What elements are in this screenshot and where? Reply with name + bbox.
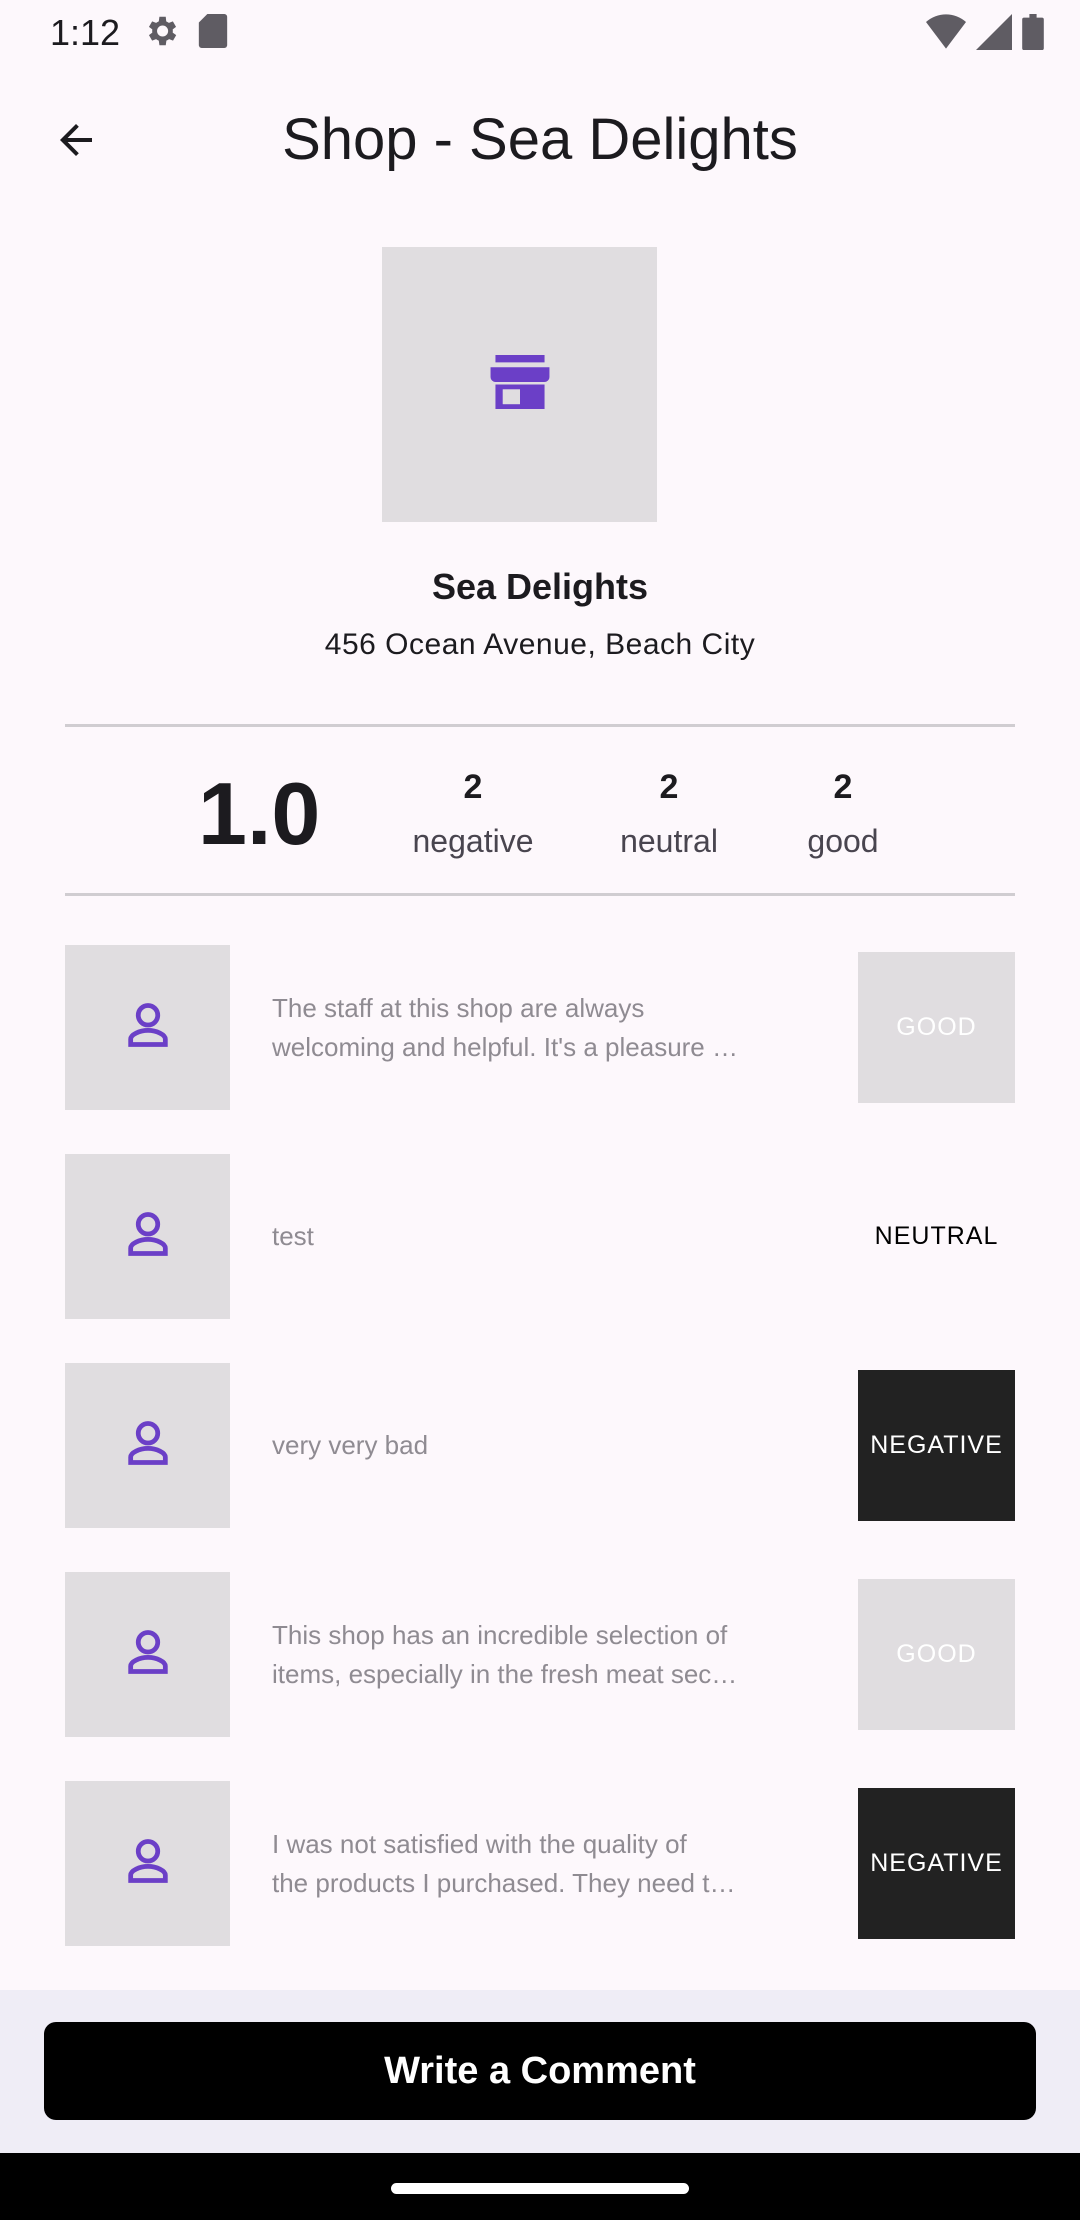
avatar: [65, 1363, 230, 1528]
review-item[interactable]: I was not satisfied with the quality of …: [65, 1781, 1015, 1946]
review-item[interactable]: The staff at this shop are always welcom…: [65, 945, 1015, 1110]
page-title: Shop - Sea Delights: [282, 107, 798, 172]
wifi-icon: [926, 14, 966, 55]
status-bar: 1:12: [0, 0, 1080, 66]
neutral-stat: 2 neutral: [614, 768, 724, 860]
system-nav-bar: [0, 2153, 1080, 2220]
write-comment-button[interactable]: Write a Comment: [44, 2022, 1036, 2120]
review-item[interactable]: very very bad NEGATIVE: [65, 1363, 1015, 1528]
person-icon: [122, 1835, 174, 1892]
avatar: [65, 945, 230, 1110]
avatar: [65, 1572, 230, 1737]
negative-label: negative: [412, 823, 534, 859]
rating-summary: 1.0 2 negative 2 neutral 2 good: [0, 728, 1080, 894]
storefront-icon: [490, 355, 550, 414]
sentiment-badge: GOOD: [858, 952, 1015, 1103]
review-text: The staff at this shop are always welcom…: [272, 993, 738, 1062]
review-item[interactable]: This shop has an incredible selection of…: [65, 1572, 1015, 1737]
neutral-label: neutral: [620, 823, 718, 859]
rating-value: 1.0: [198, 764, 321, 863]
neutral-count: 2: [659, 768, 679, 806]
signal-icon: [976, 14, 1012, 55]
review-text: test: [272, 1221, 314, 1251]
battery-icon: [1022, 14, 1044, 55]
review-text: This shop has an incredible selection of…: [272, 1620, 738, 1689]
sentiment-badge: GOOD: [858, 1579, 1015, 1730]
person-icon: [122, 1626, 174, 1683]
person-icon: [122, 1417, 174, 1474]
settings-gear-icon: [142, 12, 180, 55]
avatar: [65, 1154, 230, 1319]
divider: [65, 724, 1015, 727]
shop-name: Sea Delights: [431, 566, 649, 607]
bottom-action-area: Write a Comment: [0, 1990, 1080, 2153]
sd-card-icon: [198, 13, 228, 53]
sentiment-badge: NEUTRAL: [874, 1222, 999, 1250]
good-label: good: [807, 823, 879, 859]
negative-stat: 2 negative: [410, 768, 536, 860]
review-item[interactable]: test NEUTRAL: [65, 1154, 1015, 1319]
person-icon: [122, 999, 174, 1056]
review-text: very very bad: [272, 1430, 429, 1460]
shop-image: [382, 247, 657, 522]
good-count: 2: [833, 768, 853, 806]
app-bar: Shop - Sea Delights: [0, 80, 1080, 204]
home-indicator[interactable]: [391, 2183, 689, 2194]
review-text: I was not satisfied with the quality of …: [272, 1829, 736, 1898]
good-stat: 2 good: [800, 768, 886, 860]
sentiment-badge: NEGATIVE: [858, 1370, 1015, 1521]
sentiment-badge: NEGATIVE: [858, 1788, 1015, 1939]
status-time: 1:12: [50, 12, 121, 53]
divider: [65, 893, 1015, 896]
negative-count: 2: [463, 768, 483, 806]
person-icon: [122, 1208, 174, 1265]
avatar: [65, 1781, 230, 1946]
shop-address: 456 Ocean Avenue, Beach City: [324, 628, 756, 661]
